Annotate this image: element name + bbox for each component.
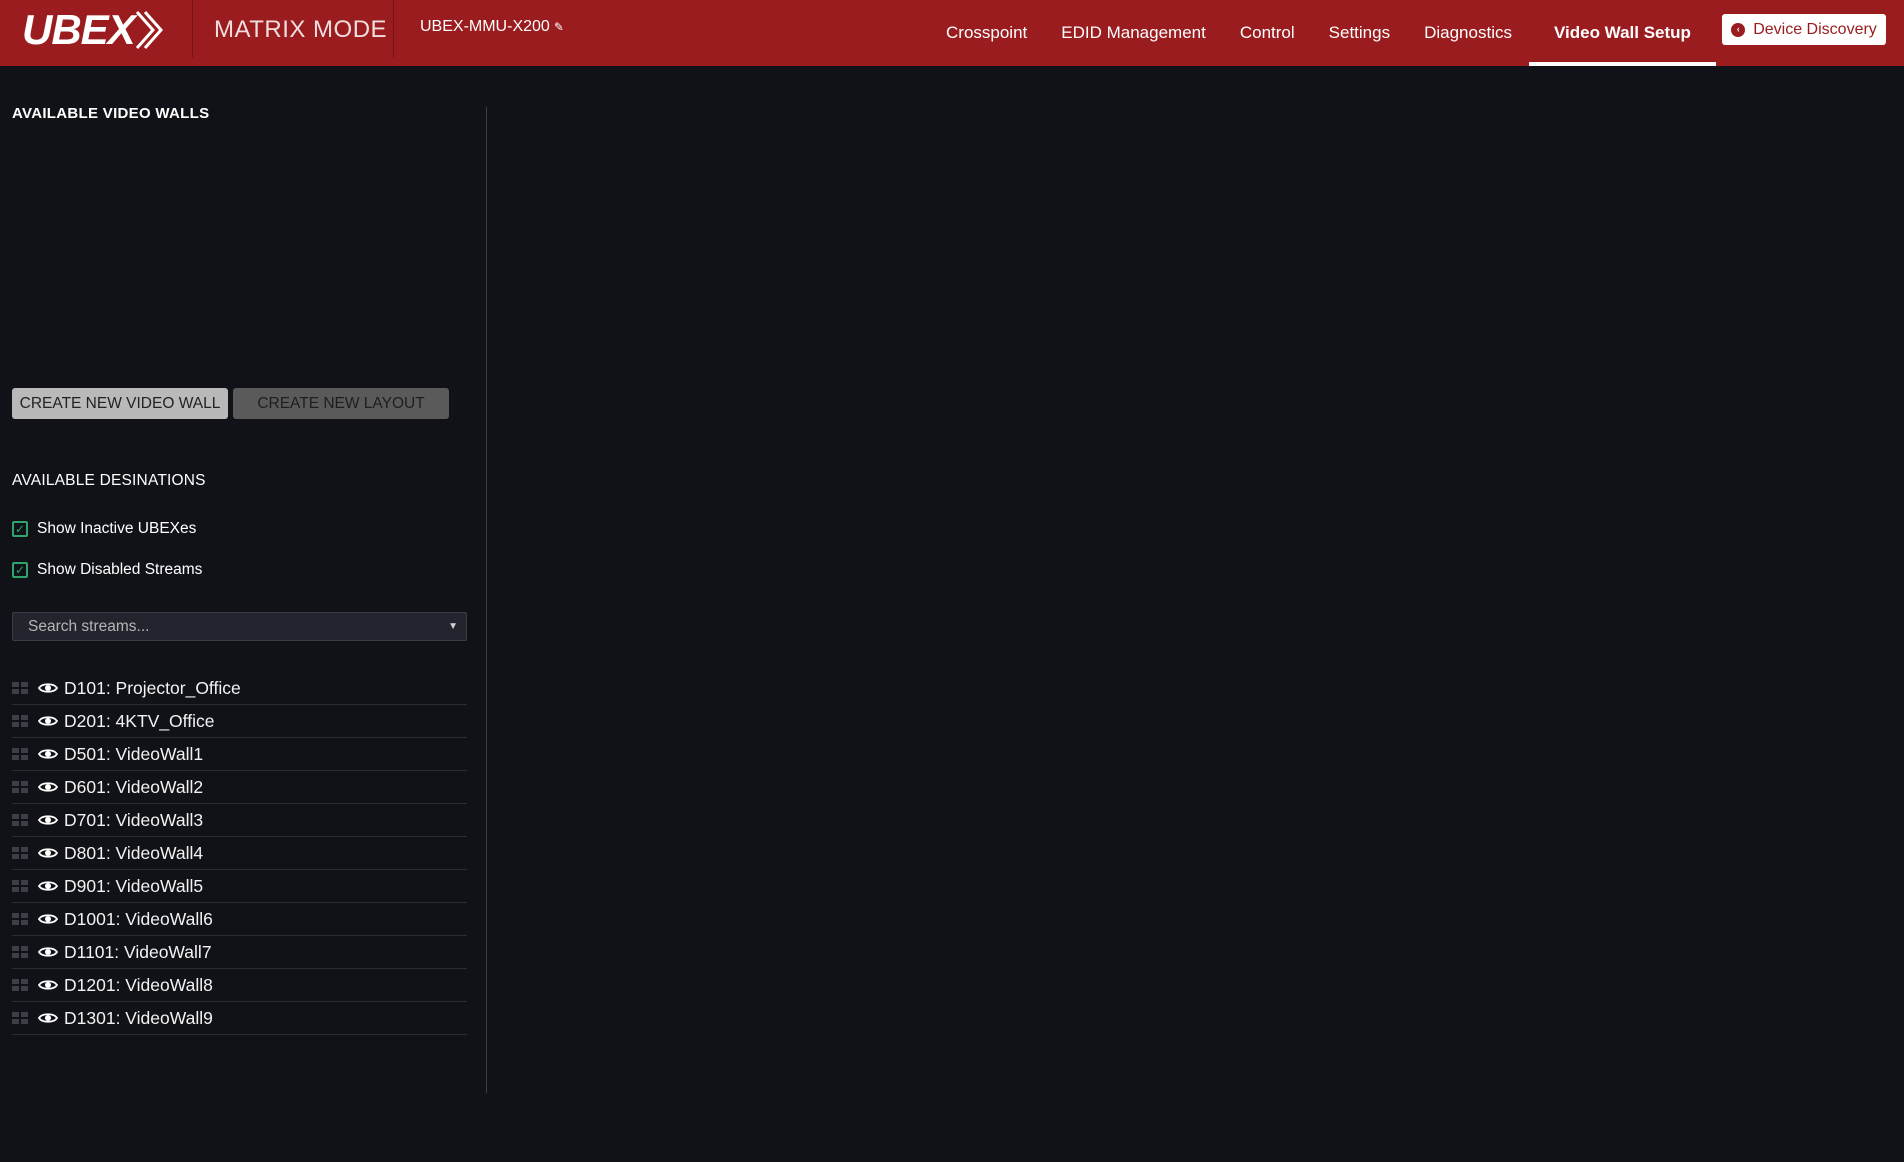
create-new-layout-button[interactable]: CREATE NEW LAYOUT	[233, 388, 449, 419]
header-divider	[192, 0, 193, 58]
stream-row[interactable]: D601: VideoWall2	[12, 771, 467, 804]
top-navigation-bar: UBEX MATRIX MODE UBEX-MMU-X200 ✎ Crosspo…	[0, 0, 1904, 66]
nav-video-wall-setup[interactable]: Video Wall Setup	[1528, 0, 1716, 66]
show-disabled-checkbox[interactable]: ✓	[12, 562, 28, 578]
show-disabled-label: Show Disabled Streams	[37, 561, 203, 578]
main-nav: Crosspoint EDID Management Control Setti…	[929, 0, 1716, 66]
show-inactive-label: Show Inactive UBEXes	[37, 520, 197, 537]
eye-icon[interactable]	[38, 814, 58, 826]
stream-label: D801: VideoWall4	[64, 842, 204, 863]
matrix-mode-label: MATRIX MODE	[214, 16, 388, 43]
stream-label: D1201: VideoWall8	[64, 974, 213, 995]
available-destinations-title: AVAILABLE DESINATIONS	[12, 472, 206, 489]
eye-icon[interactable]	[38, 979, 58, 991]
drag-grip-icon[interactable]	[12, 1012, 28, 1024]
drag-grip-icon[interactable]	[12, 880, 28, 892]
destination-stream-list: D101: Projector_Office D201: 4KTV_Office D…	[12, 672, 467, 1035]
drag-grip-icon[interactable]	[12, 781, 28, 793]
ubex-logo[interactable]: UBEX	[22, 4, 168, 56]
device-discovery-label: Device Discovery	[1753, 20, 1877, 38]
stream-row[interactable]: D501: VideoWall1	[12, 738, 467, 771]
drag-grip-icon[interactable]	[12, 946, 28, 958]
eye-icon[interactable]	[38, 748, 58, 760]
eye-icon[interactable]	[38, 946, 58, 958]
create-new-video-wall-button[interactable]: CREATE NEW VIDEO WALL	[12, 388, 228, 419]
show-inactive-ubexes-toggle[interactable]: ✓ Show Inactive UBEXes	[12, 520, 196, 538]
eye-icon[interactable]	[38, 682, 58, 694]
stream-row[interactable]: D1001: VideoWall6	[12, 903, 467, 936]
stream-search-select[interactable]: ▼	[12, 612, 467, 641]
show-disabled-streams-toggle[interactable]: ✓ Show Disabled Streams	[12, 561, 202, 579]
device-name[interactable]: UBEX-MMU-X200 ✎	[420, 18, 564, 36]
stream-row[interactable]: D1201: VideoWall8	[12, 969, 467, 1002]
header-divider	[393, 0, 394, 58]
stream-label: D901: VideoWall5	[64, 875, 204, 896]
logo-chevrons-icon	[135, 11, 163, 49]
nav-diagnostics[interactable]: Diagnostics	[1407, 0, 1529, 66]
drag-grip-icon[interactable]	[12, 682, 28, 694]
eye-icon[interactable]	[38, 1012, 58, 1024]
panel-divider	[486, 107, 487, 1093]
device-name-text: UBEX-MMU-X200	[420, 18, 550, 35]
video-wall-actions: CREATE NEW VIDEO WALL CREATE NEW LAYOUT	[12, 388, 449, 419]
stream-row[interactable]: D101: Projector_Office	[12, 672, 467, 705]
stream-row[interactable]: D701: VideoWall3	[12, 804, 467, 837]
drag-grip-icon[interactable]	[12, 913, 28, 925]
drag-grip-icon[interactable]	[12, 748, 28, 760]
stream-row[interactable]: D1301: VideoWall9	[12, 1002, 467, 1035]
stream-row[interactable]: D201: 4KTV_Office	[12, 705, 467, 738]
search-streams-input[interactable]	[28, 617, 428, 636]
eye-icon[interactable]	[38, 847, 58, 859]
eye-icon[interactable]	[38, 880, 58, 892]
nav-crosspoint[interactable]: Crosspoint	[929, 0, 1044, 66]
stream-row[interactable]: D801: VideoWall4	[12, 837, 467, 870]
available-video-walls-title: AVAILABLE VIDEO WALLS	[12, 105, 210, 122]
stream-row[interactable]: D901: VideoWall5	[12, 870, 467, 903]
drag-grip-icon[interactable]	[12, 979, 28, 991]
stream-label: D1001: VideoWall6	[64, 908, 213, 929]
nav-edid-management[interactable]: EDID Management	[1044, 0, 1223, 66]
stream-label: D1301: VideoWall9	[64, 1007, 213, 1028]
drag-grip-icon[interactable]	[12, 715, 28, 727]
chevron-left-circle-icon: ‹	[1731, 22, 1746, 37]
eye-icon[interactable]	[38, 715, 58, 727]
drag-grip-icon[interactable]	[12, 847, 28, 859]
nav-settings[interactable]: Settings	[1312, 0, 1407, 66]
drag-grip-icon[interactable]	[12, 814, 28, 826]
stream-row[interactable]: D1101: VideoWall7	[12, 936, 467, 969]
logo-text: UBEX	[22, 6, 136, 53]
stream-label: D1101: VideoWall7	[64, 941, 212, 962]
stream-label: D601: VideoWall2	[64, 776, 204, 797]
caret-down-icon[interactable]: ▼	[448, 621, 458, 632]
stream-label: D501: VideoWall1	[64, 743, 204, 764]
eye-icon[interactable]	[38, 781, 58, 793]
device-discovery-button[interactable]: ‹ Device Discovery	[1722, 14, 1886, 45]
pencil-icon[interactable]: ✎	[554, 20, 564, 34]
stream-label: D101: Projector_Office	[64, 677, 241, 698]
show-inactive-checkbox[interactable]: ✓	[12, 521, 28, 537]
nav-control[interactable]: Control	[1223, 0, 1312, 66]
eye-icon[interactable]	[38, 913, 58, 925]
stream-label: D701: VideoWall3	[64, 809, 204, 830]
stream-label: D201: 4KTV_Office	[64, 710, 215, 731]
